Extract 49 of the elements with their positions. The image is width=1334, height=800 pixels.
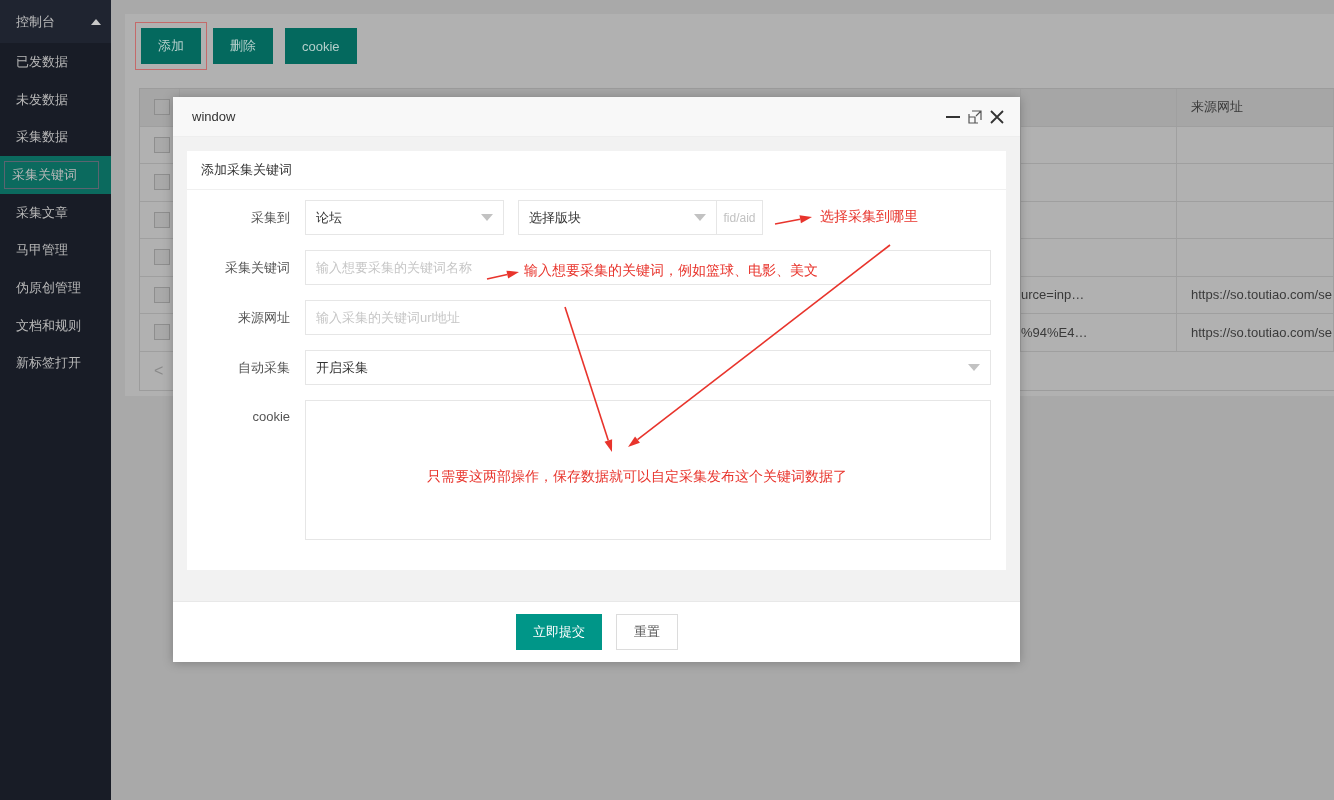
toolbar-button[interactable]: 添加 (141, 28, 201, 64)
table-cell: https://so.toutiao.com/se (1191, 287, 1332, 303)
reset-button[interactable]: 重置 (615, 614, 678, 650)
caret-icon (91, 18, 101, 25)
dialog-title: window (192, 109, 236, 124)
annotation-arrow (774, 215, 812, 225)
toolbar-button[interactable]: 删除 (213, 28, 273, 64)
select-field[interactable]: 开启采集 (305, 350, 991, 385)
field-label: 采集关键词 (224, 259, 291, 277)
sidebar-item[interactable]: 新标签打开 (0, 344, 111, 383)
field-label: 来源网址 (237, 309, 291, 327)
sidebar-item[interactable]: 已发数据 (0, 43, 111, 81)
annotation-text: 输入想要采集的关键词，例如篮球、电影、美文 (524, 262, 818, 280)
select-field[interactable]: 论坛 (305, 200, 504, 235)
sidebar-item[interactable]: 马甲管理 (0, 231, 111, 270)
table-cell: https://so.toutiao.com/se (1191, 324, 1332, 340)
annotation-arrow (486, 270, 519, 280)
annotation-text: 只需要这两部操作，保存数据就可以自定采集发布这个关键词数据了 (427, 468, 847, 486)
table-cell: %94%E4… (1021, 324, 1088, 340)
checkbox[interactable] (154, 174, 170, 191)
checkbox[interactable] (154, 249, 170, 266)
sidebar-item[interactable]: 文档和规则 (0, 306, 111, 345)
annotation-text: 选择采集到哪里 (820, 208, 918, 226)
sidebar-item[interactable]: 未发数据 (0, 80, 111, 119)
input-addon: fid/aid (717, 200, 763, 235)
submit-button[interactable]: 立即提交 (515, 614, 602, 650)
sidebar-header[interactable]: 控制台 (0, 0, 111, 43)
checkbox[interactable] (154, 136, 170, 153)
checkbox[interactable] (154, 99, 170, 116)
caret-icon (481, 214, 493, 221)
sidebar-item[interactable]: 采集数据 (0, 118, 111, 157)
toolbar-button[interactable]: cookie (285, 28, 357, 64)
field-label: 采集到 (250, 209, 291, 227)
checkbox[interactable] (154, 286, 170, 303)
column-header: 来源网址 (1177, 89, 1334, 126)
caret-icon (968, 364, 980, 371)
maximize-icon[interactable] (968, 109, 982, 124)
checkbox[interactable] (154, 324, 170, 341)
field-label: cookie (251, 408, 291, 426)
table-cell: urce=inp… (1021, 287, 1085, 303)
sidebar-item[interactable]: 伪原创管理 (0, 269, 111, 307)
caret-icon (694, 214, 706, 221)
select-field[interactable]: 选择版块 (518, 200, 717, 235)
textarea-field[interactable] (305, 400, 991, 540)
sidebar-item[interactable]: 采集文章 (0, 193, 111, 232)
checkbox[interactable] (154, 211, 170, 228)
close-icon[interactable] (990, 109, 1004, 124)
field-label: 自动采集 (237, 359, 291, 377)
form-title: 添加采集关键词 (187, 151, 1006, 190)
